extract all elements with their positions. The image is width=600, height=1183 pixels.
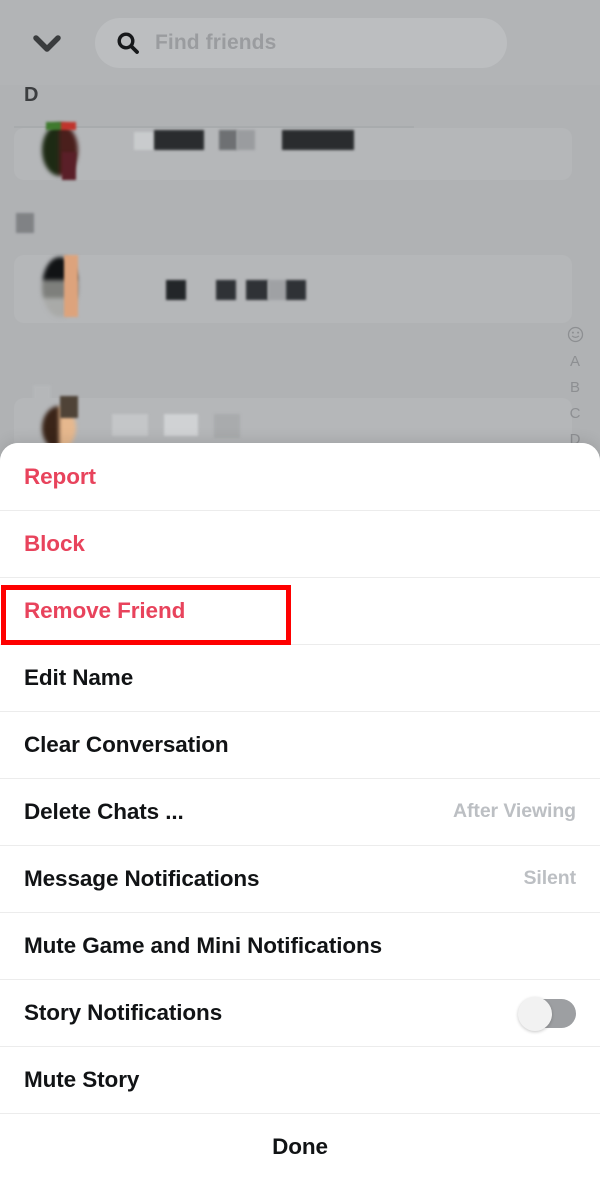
menu-item-label: Delete Chats ...	[24, 798, 184, 824]
alphabet-index-letter[interactable]: C	[570, 406, 581, 421]
toggle-knob	[518, 996, 552, 1031]
redacted-name	[282, 130, 354, 150]
menu-item-remove-friend[interactable]: Remove Friend	[0, 577, 600, 644]
menu-item-edit-name[interactable]: Edit Name	[0, 644, 600, 711]
friends-section-header: D	[24, 84, 39, 106]
friend-action-sheet: Report Block Remove Friend Edit Name Cle…	[0, 443, 600, 1183]
list-item[interactable]	[14, 122, 572, 180]
app-screen: Find friends D A B C D Report Block Remo…	[0, 0, 600, 1183]
redacted-name	[286, 280, 306, 300]
friends-list-backdrop: Find friends D A B C D	[0, 0, 600, 470]
menu-item-clear-conversation[interactable]: Clear Conversation	[0, 711, 600, 778]
alphabet-index-letter[interactable]: B	[570, 380, 580, 395]
redacted-name	[134, 132, 156, 150]
search-icon	[115, 30, 141, 56]
list-item[interactable]	[14, 255, 572, 323]
menu-item-label: Remove Friend	[24, 597, 186, 623]
done-button[interactable]: Done	[0, 1113, 600, 1181]
menu-item-mute-story[interactable]: Mute Story	[0, 1046, 600, 1113]
done-button-label: Done	[272, 1134, 328, 1159]
menu-item-message-notifications[interactable]: Message Notifications Silent	[0, 845, 600, 912]
menu-item-label: Clear Conversation	[24, 731, 229, 757]
chevron-down-icon[interactable]	[26, 26, 68, 60]
redacted-name	[112, 414, 148, 436]
menu-item-story-notifications[interactable]: Story Notifications	[0, 979, 600, 1046]
search-placeholder: Find friends	[155, 31, 277, 54]
menu-item-label: Block	[24, 530, 85, 556]
menu-item-label: Message Notifications	[24, 865, 260, 891]
menu-item-label: Edit Name	[24, 664, 134, 690]
menu-item-label: Report	[24, 463, 96, 489]
redacted-name	[216, 280, 236, 300]
smiley-face-icon[interactable]	[567, 326, 584, 343]
story-notifications-toggle[interactable]	[518, 996, 576, 1031]
redacted-name	[214, 414, 240, 438]
menu-item-value: Silent	[523, 867, 577, 889]
redacted-name	[268, 280, 286, 300]
avatar-accent	[46, 122, 76, 130]
menu-item-mute-game-mini-notifications[interactable]: Mute Game and Mini Notifications	[0, 912, 600, 979]
redacted-name	[166, 280, 186, 300]
redacted-name	[154, 130, 204, 150]
alphabet-index-letter[interactable]: A	[570, 354, 580, 369]
avatar-hair	[60, 396, 78, 418]
avatar-body	[62, 152, 76, 180]
friends-top-bar: Find friends	[0, 0, 600, 85]
menu-item-label: Mute Story	[24, 1066, 140, 1092]
menu-item-report[interactable]: Report	[0, 443, 600, 510]
menu-item-label: Mute Game and Mini Notifications	[24, 932, 383, 958]
redacted-name	[246, 280, 268, 300]
alphabet-index[interactable]: A B C D	[562, 326, 588, 447]
menu-item-value: After Viewing	[453, 800, 576, 822]
menu-item-delete-chats[interactable]: Delete Chats ... After Viewing	[0, 778, 600, 845]
menu-item-label: Story Notifications	[24, 999, 223, 1025]
redacted-name	[219, 130, 237, 150]
status-badge	[16, 213, 34, 233]
redacted-name	[164, 414, 198, 436]
menu-item-block[interactable]: Block	[0, 510, 600, 577]
search-input[interactable]: Find friends	[95, 18, 507, 68]
avatar-skin	[64, 255, 78, 317]
redacted-name	[237, 130, 255, 150]
